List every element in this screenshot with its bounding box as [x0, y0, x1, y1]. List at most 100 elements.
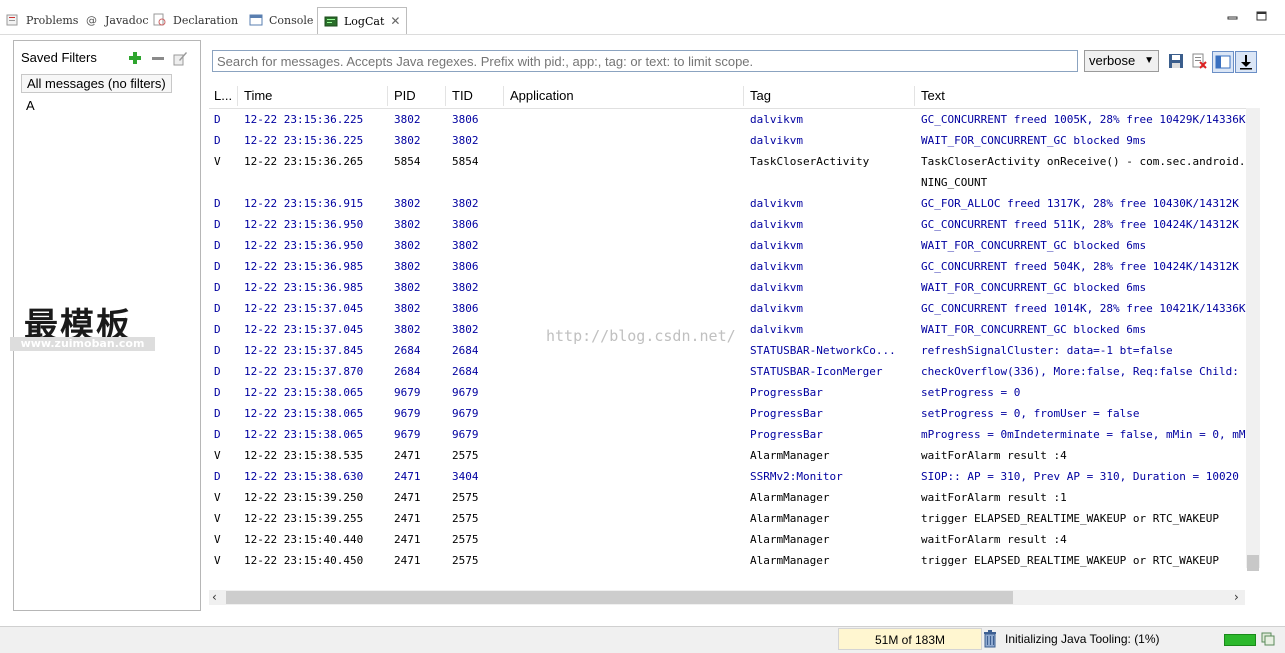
- log-row[interactable]: V 12-22 23:15:40.440 2471 2575 AlarmManager w…: [209, 529, 1246, 550]
- column-divider[interactable]: [503, 86, 504, 106]
- log-level-cell: V: [214, 554, 221, 567]
- log-tid-cell: 3802: [452, 239, 479, 252]
- log-tid-cell: 2575: [452, 533, 479, 546]
- log-pid-cell: 2684: [394, 344, 421, 357]
- log-row[interactable]: V 12-22 23:15:36.265 5854 5854 TaskCloserAct…: [209, 151, 1246, 172]
- log-time-cell: 12-22 23:15:36.265: [244, 155, 364, 168]
- close-icon[interactable]: ✕: [390, 14, 400, 28]
- log-row[interactable]: D 12-22 23:15:36.915 3802 3802 dalvikvm GC_FO…: [209, 193, 1246, 214]
- column-header-tag[interactable]: Tag: [750, 88, 771, 103]
- column-header-pid[interactable]: PID: [394, 88, 416, 103]
- log-text-cell: trigger ELAPSED_REALTIME_WAKEUP or RTC_W…: [921, 554, 1220, 567]
- log-level-cell: V: [214, 155, 221, 168]
- log-row[interactable]: D 12-22 23:15:38.630 2471 3404 SSRMv2:Monito…: [209, 466, 1246, 487]
- tab-label: Javadoc: [105, 13, 149, 27]
- add-filter-button[interactable]: [127, 50, 143, 66]
- log-row[interactable]: V 12-22 23:15:39.255 2471 2575 AlarmManager t…: [209, 508, 1246, 529]
- log-level-cell: D: [214, 134, 221, 147]
- log-level-cell: D: [214, 218, 221, 231]
- column-header-time[interactable]: Time: [244, 88, 272, 103]
- log-level-cell: D: [214, 323, 221, 336]
- log-text-cell: GC_CONCURRENT freed 1005K, 28% free 1042…: [921, 113, 1246, 126]
- log-pid-cell: 3802: [394, 281, 421, 294]
- log-level-cell: V: [214, 491, 221, 504]
- log-row[interactable]: D 12-22 23:15:37.045 3802 3806 dalvikvm GC_CO…: [209, 298, 1246, 319]
- heap-status[interactable]: 51M of 183M: [838, 628, 982, 650]
- horizontal-scrollbar-thumb[interactable]: [226, 591, 1013, 604]
- log-tid-cell: 2575: [452, 449, 479, 462]
- tab-javadoc[interactable]: @ Javadoc: [85, 8, 149, 32]
- vertical-scrollbar[interactable]: [1246, 108, 1260, 568]
- column-header-text[interactable]: Text: [921, 88, 945, 103]
- log-row[interactable]: V 12-22 23:15:40.450 2471 2575 AlarmManager t…: [209, 550, 1246, 571]
- log-pid-cell: 2471: [394, 554, 421, 567]
- log-time-cell: 12-22 23:15:36.950: [244, 239, 364, 252]
- search-input[interactable]: [212, 50, 1078, 72]
- save-log-button[interactable]: [1166, 51, 1186, 71]
- toggle-filters-button[interactable]: [1212, 51, 1234, 73]
- log-row[interactable]: D 12-22 23:15:36.225 3802 3802 dalvikvm WAIT_…: [209, 130, 1246, 151]
- column-header-level[interactable]: L...: [214, 88, 232, 103]
- log-row[interactable]: D 12-22 23:15:38.065 9679 9679 ProgressBar se…: [209, 382, 1246, 403]
- column-divider[interactable]: [445, 86, 446, 106]
- log-level-cell: D: [214, 239, 221, 252]
- log-level-select[interactable]: verbose ▼: [1084, 50, 1159, 72]
- maximize-icon[interactable]: [1256, 11, 1267, 21]
- progress-view-icon[interactable]: [1261, 632, 1275, 646]
- log-row[interactable]: D 12-22 23:15:36.985 3802 3806 dalvikvm GC_CO…: [209, 256, 1246, 277]
- column-divider[interactable]: [237, 86, 238, 106]
- log-tag-cell: SSRMv2:Monitor: [750, 470, 843, 483]
- log-text-cell: WAIT_FOR_CONCURRENT_GC blocked 9ms: [921, 134, 1147, 147]
- tab-declaration[interactable]: Declaration: [153, 8, 238, 32]
- log-row[interactable]: D 12-22 23:15:36.225 3802 3806 dalvikvm GC_CO…: [209, 109, 1246, 130]
- column-header-application[interactable]: Application: [510, 88, 574, 103]
- tab-problems[interactable]: Problems: [6, 8, 78, 32]
- log-pid-cell: 3802: [394, 134, 421, 147]
- remove-filter-button[interactable]: [150, 50, 166, 66]
- panel-icon: [1215, 55, 1231, 69]
- log-text-cell: setProgress = 0, fromUser = false: [921, 407, 1140, 420]
- edit-filter-button[interactable]: [172, 50, 188, 66]
- scroll-left-icon[interactable]: ‹: [212, 590, 217, 604]
- log-time-cell: 12-22 23:15:37.045: [244, 323, 364, 336]
- filter-item-all-messages[interactable]: All messages (no filters): [21, 74, 172, 93]
- log-row[interactable]: D 12-22 23:15:37.870 2684 2684 STATUSBAR-Ico…: [209, 361, 1246, 382]
- log-row[interactable]: D 12-22 23:15:36.950 3802 3806 dalvikvm GC_CO…: [209, 214, 1246, 235]
- trash-icon[interactable]: [983, 630, 997, 648]
- log-tid-cell: 9679: [452, 386, 479, 399]
- log-level-cell: D: [214, 302, 221, 315]
- column-divider[interactable]: [914, 86, 915, 106]
- log-tag-cell: dalvikvm: [750, 260, 803, 273]
- log-row[interactable]: D 12-22 23:15:38.065 9679 9679 ProgressBar mP…: [209, 424, 1246, 445]
- log-pid-cell: 2471: [394, 533, 421, 546]
- log-row[interactable]: D 12-22 23:15:36.950 3802 3802 dalvikvm WAIT_…: [209, 235, 1246, 256]
- clear-log-button[interactable]: [1189, 51, 1209, 71]
- log-text-cell: refreshSignalCluster: data=-1 bt=false: [921, 344, 1173, 357]
- log-tag-cell: ProgressBar: [750, 407, 823, 420]
- log-tag-cell: dalvikvm: [750, 239, 803, 252]
- column-header-tid[interactable]: TID: [452, 88, 473, 103]
- tab-console[interactable]: Console: [249, 8, 313, 32]
- scroll-right-icon[interactable]: ›: [1234, 590, 1239, 604]
- log-text-cell: trigger ELAPSED_REALTIME_WAKEUP or RTC_W…: [921, 512, 1220, 525]
- log-row[interactable]: V 12-22 23:15:38.535 2471 2575 AlarmManager w…: [209, 445, 1246, 466]
- tab-logcat[interactable]: LogCat ✕: [317, 7, 408, 34]
- column-divider[interactable]: [743, 86, 744, 106]
- log-row[interactable]: D 12-22 23:15:36.985 3802 3802 dalvikvm WAIT_…: [209, 277, 1246, 298]
- log-pid-cell: 3802: [394, 323, 421, 336]
- log-pid-cell: 2471: [394, 491, 421, 504]
- log-text-cell: TaskCloserActivity onReceive() - com.sec…: [921, 155, 1246, 168]
- log-row[interactable]: D 12-22 23:15:38.065 9679 9679 ProgressBar se…: [209, 403, 1246, 424]
- log-tid-cell: 3802: [452, 323, 479, 336]
- column-divider[interactable]: [387, 86, 388, 106]
- log-time-cell: 12-22 23:15:38.630: [244, 470, 364, 483]
- minus-icon: [152, 57, 164, 60]
- log-tid-cell: 3802: [452, 281, 479, 294]
- filter-item-a[interactable]: A: [21, 97, 40, 114]
- scroll-lock-button[interactable]: [1235, 51, 1257, 73]
- log-pid-cell: 5854: [394, 155, 421, 168]
- log-row[interactable]: V 12-22 23:15:39.250 2471 2575 AlarmManager w…: [209, 487, 1246, 508]
- vertical-scrollbar-thumb[interactable]: [1247, 555, 1259, 571]
- minimize-icon[interactable]: [1227, 11, 1238, 21]
- log-tid-cell: 9679: [452, 428, 479, 441]
